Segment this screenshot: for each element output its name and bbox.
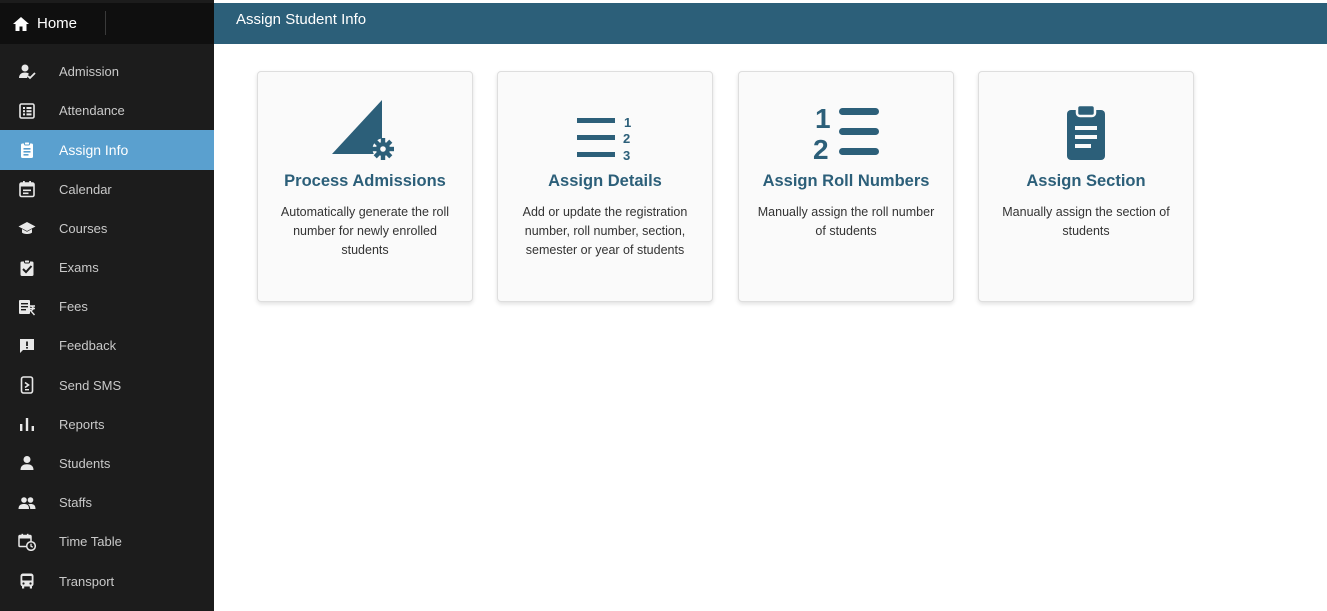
- page-title: Assign Student Info: [236, 11, 367, 28]
- calendar-icon: [18, 180, 36, 198]
- svg-text:2: 2: [813, 134, 829, 162]
- graduation-cap-icon: [18, 219, 36, 237]
- clipboard-icon: [18, 141, 36, 159]
- assign-roll-numbers-card[interactable]: 1 2 Assign Roll Numbers Manually assign …: [738, 71, 954, 302]
- sidebar-item-label: Send SMS: [59, 377, 122, 393]
- sidebar: Home Admission Attendance Assign Info Ca…: [0, 0, 214, 611]
- sidebar-item-students[interactable]: Students: [0, 444, 214, 483]
- rupee-receipt-icon: [18, 298, 36, 316]
- sidebar-item-send-sms[interactable]: Send SMS: [0, 366, 214, 405]
- feedback-icon: [18, 337, 36, 355]
- card-description: Add or update the registration number, r…: [522, 205, 688, 257]
- assign-section-card[interactable]: Assign Section Manually assign the secti…: [978, 71, 1194, 302]
- numbered-list-icon: 1 2 3: [498, 100, 712, 162]
- sidebar-item-exams[interactable]: Exams: [0, 248, 214, 287]
- card-description: Manually assign the section of students: [1002, 205, 1170, 238]
- sidebar-item-label: Staffs: [59, 495, 93, 511]
- bus-icon: [18, 572, 36, 590]
- sidebar-item-label: Reports: [59, 416, 105, 432]
- card-title: Assign Section: [1026, 172, 1146, 190]
- ruler-gear-icon: [258, 100, 472, 162]
- card-description: Automatically generate the roll number f…: [280, 205, 450, 257]
- app: Home Admission Attendance Assign Info Ca…: [0, 0, 1327, 611]
- sidebar-item-label: Fees: [59, 299, 88, 315]
- svg-text:3: 3: [623, 148, 630, 162]
- sidebar-item-admission[interactable]: Admission: [0, 52, 214, 91]
- clipboard-text-icon: [979, 100, 1193, 162]
- card-title: Assign Details: [548, 172, 662, 190]
- assign-details-card[interactable]: 1 2 3 Assign Details Add or update the r…: [497, 71, 713, 302]
- sidebar-item-fees[interactable]: Fees: [0, 287, 214, 326]
- sidebar-item-label: Assign Info: [59, 141, 129, 158]
- svg-text:2: 2: [623, 131, 630, 146]
- list-box-icon: [18, 102, 36, 120]
- sidebar-item-attendance[interactable]: Attendance: [0, 91, 214, 130]
- sidebar-item-label: Attendance: [59, 103, 125, 119]
- sidebar-item-label: Admission: [59, 64, 119, 80]
- sidebar-item-reports[interactable]: Reports: [0, 405, 214, 444]
- sidebar-item-label: Courses: [59, 220, 108, 236]
- svg-text:1: 1: [624, 115, 631, 130]
- card-description: Manually assign the roll number of stude…: [757, 205, 935, 238]
- sidebar-nav: Admission Attendance Assign Info Calenda…: [0, 52, 214, 601]
- person-check-icon: [18, 63, 36, 81]
- home-label: Home: [37, 15, 78, 32]
- phone-message-icon: [18, 376, 36, 394]
- sidebar-item-label: Time Table: [59, 534, 122, 550]
- clipboard-check-icon: [18, 259, 36, 277]
- page-header: Assign Student Info: [214, 3, 1327, 44]
- sidebar-item-label: Exams: [59, 260, 99, 276]
- sidebar-item-staffs[interactable]: Staffs: [0, 483, 214, 522]
- bar-chart-icon: [18, 415, 36, 433]
- svg-text:1: 1: [815, 104, 831, 134]
- sidebar-item-calendar[interactable]: Calendar: [0, 170, 214, 209]
- process-admissions-card[interactable]: Process Admissions Automatically generat…: [257, 71, 473, 302]
- card-title: Process Admissions: [284, 172, 446, 190]
- sidebar-item-label: Feedback: [59, 338, 117, 354]
- sidebar-item-label: Transport: [59, 573, 115, 589]
- home-icon: [12, 15, 30, 33]
- sidebar-item-label: Students: [59, 455, 111, 471]
- sidebar-item-courses[interactable]: Courses: [0, 209, 214, 248]
- sidebar-item-transport[interactable]: Transport: [0, 561, 214, 600]
- card-title: Assign Roll Numbers: [762, 172, 930, 190]
- sidebar-item-time-table[interactable]: Time Table: [0, 522, 214, 561]
- home-link[interactable]: Home: [0, 3, 214, 44]
- sidebar-item-assign-info[interactable]: Assign Info: [0, 130, 214, 170]
- home-divider: [105, 11, 106, 35]
- ordered-list-icon: 1 2: [739, 100, 953, 162]
- sidebar-item-feedback[interactable]: Feedback: [0, 326, 214, 365]
- sidebar-item-label: Calendar: [59, 181, 112, 197]
- people-icon: [18, 494, 36, 512]
- person-icon: [18, 454, 36, 472]
- calendar-clock-icon: [18, 533, 36, 551]
